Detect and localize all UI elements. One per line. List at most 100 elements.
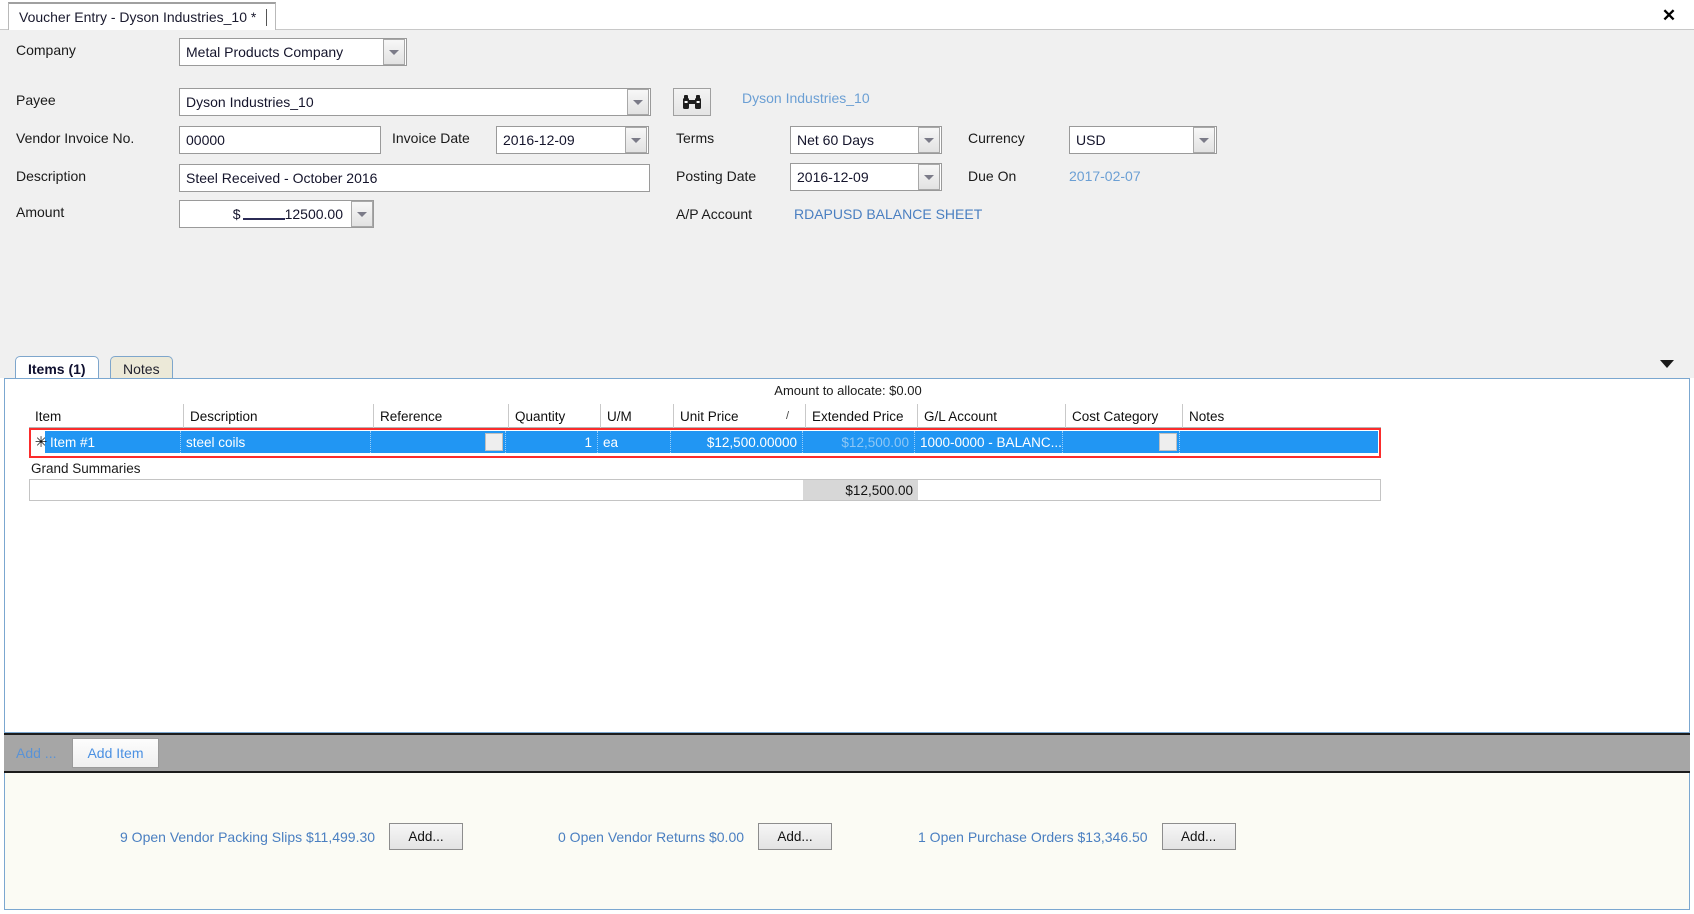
description-input[interactable]: Steel Received - October 2016 xyxy=(179,164,650,192)
open-vendor-returns-group: 0 Open Vendor Returns $0.00 Add... xyxy=(558,823,833,850)
column-header-unit-price-label: Unit Price xyxy=(680,408,739,424)
currency-value: USD xyxy=(1076,132,1106,148)
amount-to-allocate-note: Amount to allocate: $0.00 xyxy=(774,383,922,398)
posting-date-select[interactable]: 2016-12-09 xyxy=(790,163,942,191)
description-value: Steel Received - October 2016 xyxy=(186,170,378,186)
chevron-down-icon[interactable] xyxy=(918,127,940,153)
due-on-value: 2017-02-07 xyxy=(1069,168,1141,184)
grid-header-row: Item Description Reference Quantity U/M … xyxy=(29,404,1381,428)
add-toolbar: Add ... Add Item xyxy=(4,733,1690,773)
terms-value: Net 60 Days xyxy=(797,132,875,148)
open-vendor-packing-slips-label[interactable]: 9 Open Vendor Packing Slips $11,499.30 xyxy=(120,829,375,845)
ap-account-label: A/P Account xyxy=(676,206,753,222)
terms-select[interactable]: Net 60 Days xyxy=(790,126,942,154)
open-vendor-packing-slips-group: 9 Open Vendor Packing Slips $11,499.30 A… xyxy=(120,823,464,850)
column-header-notes[interactable]: Notes xyxy=(1182,404,1381,428)
text-caret xyxy=(266,8,268,26)
currency-label: Currency xyxy=(968,130,1025,146)
company-label: Company xyxy=(16,42,76,58)
add-purchase-orders-button[interactable]: Add... xyxy=(1161,823,1236,850)
chevron-down-icon[interactable] xyxy=(918,164,940,190)
column-header-unit-price[interactable]: Unit Price / xyxy=(673,404,805,428)
payee-select[interactable]: Dyson Industries_10 xyxy=(179,88,651,116)
column-header-item[interactable]: Item xyxy=(29,404,183,428)
invoice-date-label: Invoice Date xyxy=(392,130,470,146)
document-tab[interactable]: Voucher Entry - Dyson Industries_10 * xyxy=(8,2,277,30)
voucher-header-form: Company Metal Products Company Payee Dys… xyxy=(0,30,1694,352)
column-header-extended-price[interactable]: Extended Price xyxy=(805,404,917,428)
cell-um[interactable]: ea xyxy=(597,431,670,453)
voucher-entry-window: Voucher Entry - Dyson Industries_10 * ✕ … xyxy=(0,0,1694,914)
document-tab-label: Voucher Entry - Dyson Industries_10 * xyxy=(19,9,257,25)
open-purchase-orders-label[interactable]: 1 Open Purchase Orders $13,346.50 xyxy=(918,829,1148,845)
detail-tab-strip: Items (1) Notes xyxy=(0,352,1694,380)
cost-category-editor-button[interactable] xyxy=(1159,433,1177,451)
chevron-down-icon[interactable] xyxy=(627,89,649,115)
table-row[interactable]: Item #1 steel coils 1 ea $12,500.00000 $… xyxy=(45,431,1378,453)
chevron-down-icon[interactable] xyxy=(351,201,373,227)
cell-item[interactable]: Item #1 xyxy=(45,431,180,453)
column-header-quantity[interactable]: Quantity xyxy=(508,404,600,428)
amount-label: Amount xyxy=(16,204,65,220)
vendor-invoice-no-value: 00000 xyxy=(186,132,225,148)
add-item-button[interactable]: Add Item xyxy=(72,738,159,768)
amount-fill-underline xyxy=(242,208,285,220)
grand-total-extended-price: $12,500.00 xyxy=(803,480,918,500)
amount-input[interactable]: $ 12500.00 xyxy=(179,200,374,228)
chevron-down-icon[interactable] xyxy=(1193,127,1215,153)
reference-editor-button[interactable] xyxy=(485,433,503,451)
open-vendor-returns-label[interactable]: 0 Open Vendor Returns $0.00 xyxy=(558,829,744,845)
ap-account-value[interactable]: RDAPUSD BALANCE SHEET xyxy=(794,206,982,222)
currency-select[interactable]: USD xyxy=(1069,126,1217,154)
add-vendor-returns-button[interactable]: Add... xyxy=(758,823,833,850)
items-grid-panel: Amount to allocate: $0.00 Item Descripti… xyxy=(4,378,1690,733)
cell-extended-price[interactable]: $12,500.00 xyxy=(802,431,914,453)
add-purchase-orders-button-label: Add... xyxy=(1180,829,1217,844)
cell-quantity[interactable]: 1 xyxy=(505,431,597,453)
column-header-cost-category[interactable]: Cost Category xyxy=(1065,404,1182,428)
column-header-reference[interactable]: Reference xyxy=(373,404,508,428)
close-icon[interactable]: ✕ xyxy=(1658,4,1680,26)
cell-gl-account[interactable]: 1000-0000 - BALANC... xyxy=(914,431,1062,453)
tab-items-label: Items (1) xyxy=(28,360,86,377)
amount-value-wrap: $ 12500.00 xyxy=(180,206,351,222)
cell-notes[interactable] xyxy=(1179,431,1378,453)
posting-date-value: 2016-12-09 xyxy=(797,169,869,185)
invoice-date-select[interactable]: 2016-12-09 xyxy=(496,126,649,154)
grand-summary-row: $12,500.00 xyxy=(29,479,1381,501)
add-ellipsis-link[interactable]: Add ... xyxy=(16,745,56,761)
tab-notes[interactable]: Notes xyxy=(110,356,173,380)
add-vendor-packing-slips-button[interactable]: Add... xyxy=(389,823,464,850)
payee-value: Dyson Industries_10 xyxy=(186,94,314,110)
add-vendor-packing-slips-button-label: Add... xyxy=(408,829,444,844)
chevron-down-icon[interactable] xyxy=(625,127,647,153)
terms-label: Terms xyxy=(676,130,715,146)
due-on-label: Due On xyxy=(968,168,1017,184)
payee-link[interactable]: Dyson Industries_10 xyxy=(742,90,870,106)
column-header-description[interactable]: Description xyxy=(183,404,373,428)
company-select[interactable]: Metal Products Company xyxy=(179,38,407,66)
description-label: Description xyxy=(16,168,87,184)
cell-description[interactable]: steel coils xyxy=(180,431,370,453)
posting-date-label: Posting Date xyxy=(676,168,757,184)
amount-value: 12500.00 xyxy=(284,206,343,222)
company-value: Metal Products Company xyxy=(186,44,344,60)
currency-symbol: $ xyxy=(232,206,241,222)
sort-indicator-icon: / xyxy=(785,410,789,422)
chevron-down-icon[interactable] xyxy=(1660,360,1674,368)
current-row-marker-icon: ✳ xyxy=(34,434,48,451)
tab-items[interactable]: Items (1) xyxy=(15,356,99,380)
chevron-down-icon[interactable] xyxy=(383,39,405,65)
vendor-invoice-no-label: Vendor Invoice No. xyxy=(16,130,135,146)
add-vendor-returns-button-label: Add... xyxy=(777,829,813,844)
payee-lookup-button[interactable] xyxy=(673,88,711,116)
invoice-date-value: 2016-12-09 xyxy=(503,132,575,148)
column-header-gl-account[interactable]: G/L Account xyxy=(917,404,1065,428)
cell-unit-price[interactable]: $12,500.00000 xyxy=(670,431,802,453)
open-documents-status-bar: 9 Open Vendor Packing Slips $11,499.30 A… xyxy=(4,773,1690,910)
grand-summaries-label: Grand Summaries xyxy=(31,461,141,476)
column-header-um[interactable]: U/M xyxy=(600,404,673,428)
add-item-button-label: Add Item xyxy=(87,745,144,761)
vendor-invoice-no-input[interactable]: 00000 xyxy=(179,126,381,154)
payee-label: Payee xyxy=(16,92,56,108)
